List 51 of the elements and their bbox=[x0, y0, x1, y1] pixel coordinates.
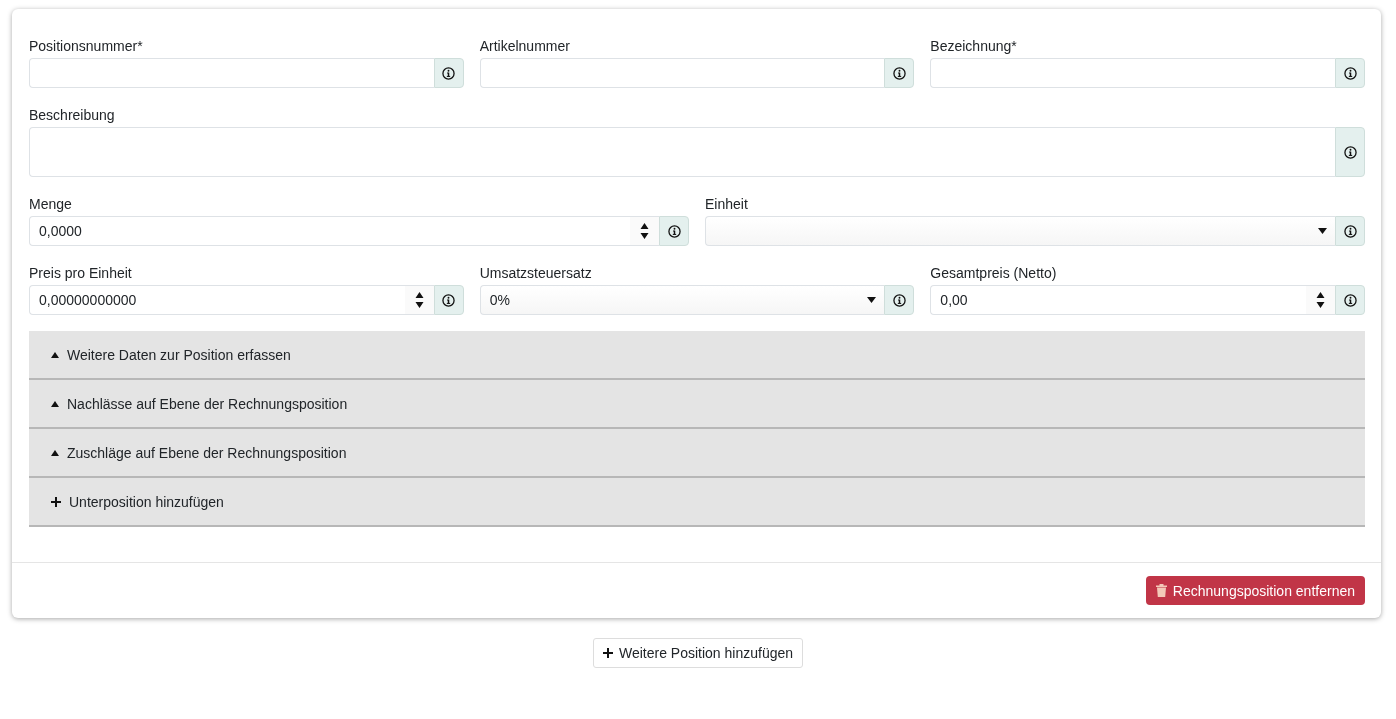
info-button[interactable] bbox=[1335, 285, 1365, 315]
number-input[interactable]: 0,0000 bbox=[29, 216, 659, 246]
info-icon bbox=[442, 293, 456, 307]
field-label: Preis pro Einheit bbox=[29, 265, 133, 282]
info-button[interactable] bbox=[1335, 216, 1365, 246]
text-input[interactable] bbox=[29, 58, 434, 88]
field-label: Beschreibung bbox=[29, 107, 116, 124]
accordion-header[interactable]: Weitere Daten zur Position erfassen bbox=[29, 331, 1365, 380]
number-input[interactable]: 0,00000000000 bbox=[29, 285, 434, 315]
field-label: Bezeichnung* bbox=[930, 38, 1018, 55]
info-icon bbox=[1343, 293, 1357, 307]
field-label: Einheit bbox=[705, 196, 749, 213]
info-icon bbox=[892, 66, 906, 80]
spinner-arrows-icon[interactable] bbox=[640, 222, 649, 240]
info-icon bbox=[1343, 145, 1357, 159]
dropdown-caret-icon bbox=[867, 297, 877, 303]
info-button[interactable] bbox=[1335, 127, 1365, 177]
info-icon bbox=[892, 293, 906, 307]
info-button[interactable] bbox=[884, 285, 915, 315]
field-label: Positionsnummer* bbox=[29, 38, 144, 55]
field-label: Menge bbox=[29, 196, 73, 213]
dropdown-caret-icon bbox=[1318, 228, 1327, 234]
accordion-header[interactable]: Nachlässe auf Ebene der Rechnungsposition bbox=[29, 380, 1365, 429]
accordion-header[interactable]: Zuschläge auf Ebene der Rechnungsposition bbox=[29, 429, 1365, 478]
text-input[interactable] bbox=[479, 58, 885, 88]
field-label: Umsatzsteuersatz bbox=[479, 265, 593, 282]
plus-icon bbox=[51, 496, 61, 507]
spinner-arrows-icon[interactable] bbox=[1316, 291, 1325, 309]
info-button[interactable] bbox=[884, 58, 915, 88]
accordion-header[interactable]: Unterposition hinzufügen bbox=[29, 478, 1365, 527]
field-label: Gesamtpreis (Netto) bbox=[930, 265, 1058, 282]
text-input[interactable] bbox=[930, 58, 1335, 88]
info-icon bbox=[442, 66, 456, 80]
plus-icon bbox=[602, 648, 613, 658]
triangle-up-icon bbox=[51, 400, 59, 407]
info-icon bbox=[1343, 224, 1357, 238]
field-label: Artikelnummer bbox=[479, 38, 571, 55]
info-icon bbox=[1343, 66, 1357, 80]
trash-icon bbox=[1155, 584, 1167, 597]
info-button[interactable] bbox=[433, 58, 464, 88]
spinner-arrows-icon[interactable] bbox=[414, 291, 424, 309]
info-button[interactable] bbox=[1335, 58, 1365, 88]
triangle-up-icon bbox=[51, 449, 59, 456]
info-icon bbox=[667, 224, 681, 238]
number-input[interactable]: 0,00 bbox=[930, 285, 1335, 315]
remove-position-button[interactable]: Rechnungsposition entfernen bbox=[1145, 576, 1365, 605]
info-button[interactable] bbox=[659, 216, 689, 246]
info-button[interactable] bbox=[433, 285, 464, 315]
triangle-up-icon bbox=[51, 351, 59, 358]
add-position-button[interactable]: Weitere Position hinzufügen bbox=[592, 638, 804, 668]
select-dropdown[interactable]: 0% bbox=[479, 285, 885, 315]
